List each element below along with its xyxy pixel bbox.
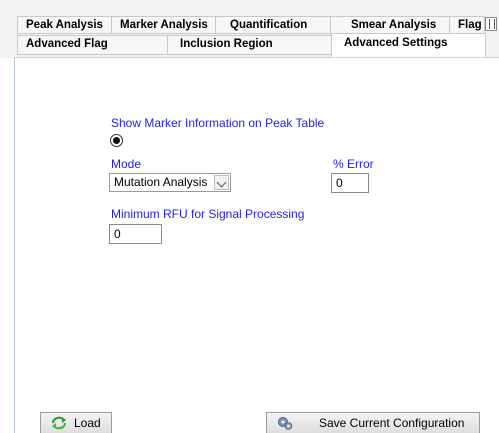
tab-strip: Peak Analysis Marker Analysis Quantifica…: [0, 0, 499, 58]
tab-smear-analysis[interactable]: Smear Analysis: [330, 16, 450, 34]
advanced-settings-panel: [14, 57, 499, 433]
load-button-label: Load: [74, 416, 101, 430]
tab-scroll-icon[interactable]: [485, 17, 497, 31]
tab-marker-analysis[interactable]: Marker Analysis: [111, 16, 216, 34]
mode-label: Mode: [111, 157, 142, 171]
gears-icon: [278, 417, 293, 430]
min-rfu-label: Minimum RFU for Signal Processing: [111, 207, 305, 221]
tab-peak-analysis[interactable]: Peak Analysis: [17, 16, 112, 34]
mode-select[interactable]: Mutation Analysis: [109, 173, 231, 192]
chevron-down-icon[interactable]: [214, 175, 229, 190]
tab-advanced-flag[interactable]: Advanced Flag: [17, 35, 168, 55]
tab-inclusion-region[interactable]: Inclusion Region: [167, 35, 332, 55]
save-configuration-label: Save Current Configuration: [319, 416, 465, 430]
tab-quantification[interactable]: Quantification: [215, 16, 331, 34]
percent-error-label: % Error: [333, 157, 374, 171]
mode-select-value: Mutation Analysis: [114, 175, 208, 189]
show-marker-info-label: Show Marker Information on Peak Table: [111, 116, 325, 130]
recycle-arrows-icon: [51, 416, 67, 430]
min-rfu-input[interactable]: 0: [109, 224, 162, 244]
percent-error-input[interactable]: 0: [331, 173, 369, 193]
tab-flag[interactable]: Flag: [449, 16, 485, 34]
load-button[interactable]: Load: [40, 412, 112, 433]
tab-advanced-settings[interactable]: Advanced Settings: [331, 33, 486, 57]
show-marker-info-radio[interactable]: [110, 134, 123, 147]
save-configuration-button[interactable]: Save Current Configuration: [266, 412, 480, 433]
